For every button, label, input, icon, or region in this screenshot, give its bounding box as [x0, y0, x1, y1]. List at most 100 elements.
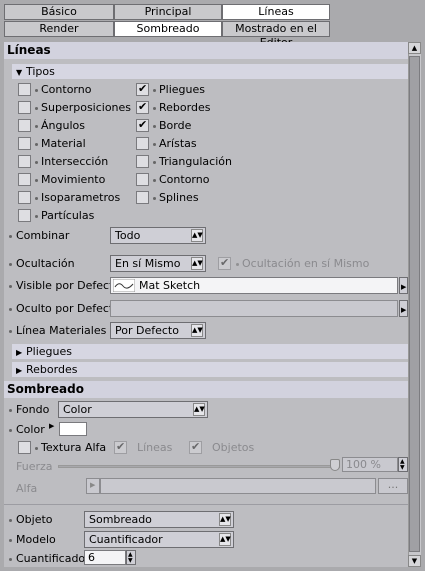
spinner-icon: ▲▼ — [219, 513, 231, 526]
section-sombreado[interactable]: Sombreado — [4, 381, 408, 398]
dot-icon — [236, 263, 239, 266]
checkbox-rebordes[interactable] — [136, 100, 149, 114]
label-splines: Splines — [159, 191, 199, 204]
label-contorno: Contorno — [41, 83, 92, 96]
fuerza-slider[interactable] — [58, 465, 340, 468]
spinner-icon: ▲▼ — [400, 458, 405, 471]
visible-arrow-button[interactable]: ▶ — [399, 277, 408, 294]
label-visible-por-defecto: Visible por Defecto — [16, 279, 121, 292]
checkbox-lineas[interactable] — [114, 440, 127, 454]
checkbox-particulas[interactable] — [18, 209, 31, 222]
oculto-por-defecto-field[interactable] — [110, 300, 398, 317]
section-lineas[interactable]: Líneas — [4, 42, 408, 59]
label-particulas: Partículas — [41, 209, 95, 222]
alfa-browse-button[interactable]: ... — [378, 478, 408, 494]
material-preview-icon — [113, 279, 135, 292]
scroll-down-icon[interactable]: ▼ — [408, 555, 421, 567]
checkbox-contorno[interactable] — [18, 83, 31, 96]
tab-basico[interactable]: Básico — [4, 4, 114, 20]
checkbox-objetos[interactable] — [189, 440, 202, 454]
label-combinar: Combinar — [16, 229, 70, 242]
spinner-icon: ▲▼ — [191, 324, 203, 337]
objeto-value: Sombreado — [89, 513, 152, 526]
expand-triangle-icon[interactable]: ▶ — [49, 422, 54, 430]
checkbox-triangulacion[interactable] — [136, 155, 149, 168]
visible-por-defecto-value: Mat Sketch — [139, 279, 201, 292]
triangle-down-icon: ▼ — [16, 68, 23, 77]
label-textura-alfa: Textura Alfa — [41, 441, 107, 454]
dot-icon — [35, 179, 38, 182]
checkbox-ocultacion-en-si-mismo[interactable] — [218, 256, 231, 270]
combinar-dropdown[interactable]: Todo ▲▼ — [110, 227, 206, 244]
checkbox-textura-alfa[interactable] — [18, 441, 31, 454]
label-borde: Borde — [159, 119, 192, 132]
checkbox-movimiento[interactable] — [18, 173, 31, 186]
tab-render[interactable]: Render — [4, 21, 114, 37]
checkbox-pliegues[interactable] — [136, 82, 149, 96]
scroll-up-icon[interactable]: ▲ — [408, 42, 421, 54]
fuerza-input[interactable]: 100 % — [342, 457, 398, 472]
label-objetos: Objetos — [212, 441, 255, 454]
ocultacion-dropdown[interactable]: En sí Mismo ▲▼ — [110, 255, 206, 272]
label-interseccion: Intersección — [41, 155, 109, 168]
dot-icon — [9, 285, 12, 288]
label-alfa: Alfa — [16, 482, 38, 495]
checkbox-contorno-2[interactable] — [136, 173, 149, 186]
checkbox-material[interactable] — [18, 137, 31, 150]
alfa-arrow-button[interactable]: ▶ — [86, 478, 100, 494]
label-objeto: Objeto — [16, 513, 53, 526]
dot-icon — [35, 215, 38, 218]
label-angulos: Ángulos — [41, 119, 85, 132]
tab-bar: Básico Principal Líneas Render Sombreado… — [4, 4, 330, 49]
checkbox-splines[interactable] — [136, 191, 149, 204]
cuantificador-spinner[interactable]: ▲ ▼ — [126, 550, 136, 565]
dot-icon — [153, 107, 156, 110]
scrollbar-thumb[interactable] — [409, 56, 420, 552]
visible-por-defecto-field[interactable]: Mat Sketch — [110, 277, 398, 294]
checkbox-isoparametros[interactable] — [18, 191, 31, 204]
checkbox-superposiciones[interactable] — [18, 101, 31, 114]
color-swatch[interactable] — [59, 422, 87, 436]
dot-icon — [153, 197, 156, 200]
oculto-arrow-button[interactable]: ▶ — [399, 300, 408, 317]
play-icon: ▶ — [401, 306, 407, 314]
fondo-value: Color — [63, 403, 92, 416]
dot-icon — [153, 179, 156, 182]
label-lineas: Líneas — [137, 441, 173, 454]
modelo-dropdown[interactable]: Cuantificador ▲▼ — [84, 531, 234, 548]
checkbox-aristas[interactable] — [136, 137, 149, 150]
objeto-dropdown[interactable]: Sombreado ▲▼ — [84, 511, 234, 528]
group-rebordes[interactable]: ▶ Rebordes — [12, 362, 408, 377]
checkbox-borde[interactable] — [136, 118, 149, 132]
label-ocultacion: Ocultación — [16, 257, 75, 270]
checkbox-interseccion[interactable] — [18, 155, 31, 168]
label-isoparametros: Isoparametros — [41, 191, 121, 204]
label-fuerza: Fuerza — [16, 460, 53, 473]
checkbox-angulos[interactable] — [18, 119, 31, 132]
group-title: Tipos — [26, 65, 55, 78]
label-fondo: Fondo — [16, 403, 50, 416]
slider-thumb[interactable] — [330, 459, 340, 471]
tab-lineas[interactable]: Líneas — [222, 4, 330, 20]
play-icon: ▶ — [90, 481, 96, 489]
linea-materiales-dropdown[interactable]: Por Defecto ▲▼ — [110, 322, 206, 339]
tab-principal[interactable]: Principal — [114, 4, 222, 20]
dot-icon — [35, 107, 38, 110]
section-title: Líneas — [7, 43, 51, 57]
group-tipos[interactable]: ▼ Tipos — [12, 64, 408, 79]
dot-icon — [35, 143, 38, 146]
spinner-icon: ▲▼ — [128, 551, 133, 564]
tab-mostrado-editor[interactable]: Mostrado en el Editor — [222, 21, 330, 49]
cuantificador-input[interactable]: 6 — [84, 550, 126, 565]
tab-sombreado[interactable]: Sombreado — [114, 21, 222, 37]
label-pliegues: Pliegues — [159, 83, 205, 96]
label-aristas: Arístas — [159, 137, 197, 150]
dot-icon — [153, 161, 156, 164]
dot-icon — [35, 125, 38, 128]
alfa-texture-field[interactable] — [100, 478, 376, 494]
fuerza-spinner[interactable]: ▲ ▼ — [398, 457, 408, 472]
fondo-dropdown[interactable]: Color ▲▼ — [58, 401, 208, 418]
dot-icon — [153, 89, 156, 92]
group-pliegues[interactable]: ▶ Pliegues — [12, 344, 408, 359]
play-icon: ▶ — [401, 283, 407, 291]
